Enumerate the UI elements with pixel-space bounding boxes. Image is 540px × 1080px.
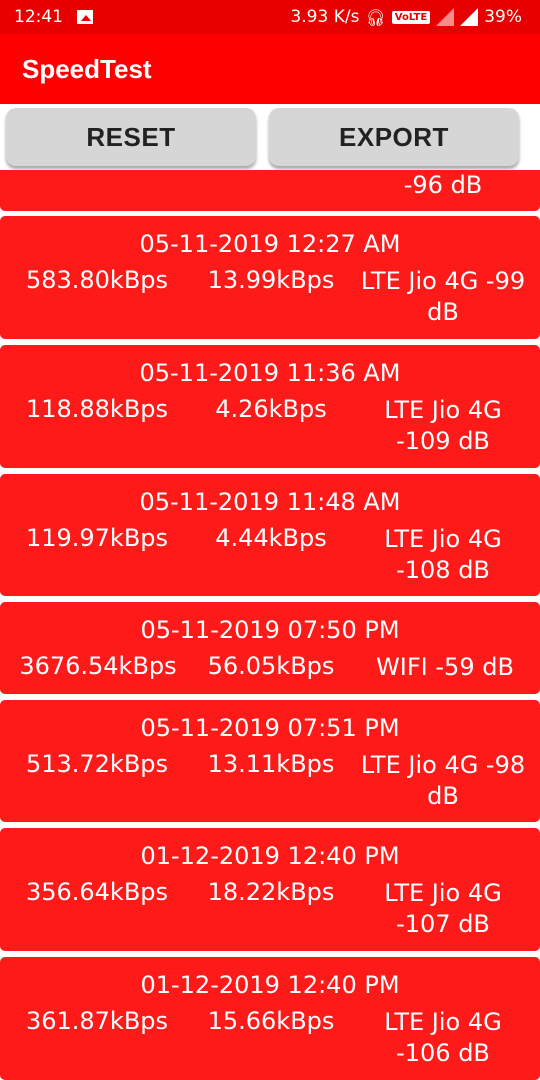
battery-level: 39% (484, 7, 522, 27)
list-item[interactable]: 05-11-2019 07:50 PM 3676.54kBps 56.05kBp… (0, 602, 540, 694)
network-info: LTE Jio 4G -99 dB (360, 267, 526, 326)
record-date: 01-12-2019 12:40 PM (140, 971, 400, 999)
download-speed: 119.97kBps (25, 524, 169, 552)
download-speed: 513.72kBps (25, 750, 169, 778)
upload-speed: 13.11kBps (207, 750, 335, 778)
upload-speed: 13.99kBps (207, 266, 335, 294)
record-date: 05-11-2019 11:48 AM (139, 488, 401, 516)
list-item[interactable]: 01-12-2019 12:40 PM 356.64kBps 18.22kBps… (0, 828, 540, 951)
upload-speed: 4.26kBps (215, 395, 327, 423)
download-speed: 356.64kBps (25, 878, 169, 906)
list-item[interactable]: 01-12-2019 12:40 PM 361.87kBps 15.66kBps… (0, 957, 540, 1080)
record-date: 05-11-2019 07:50 PM (140, 616, 400, 644)
network-info: LTE Jio 4G -109 dB (384, 396, 502, 455)
gallery-notification-icon (77, 10, 93, 24)
upload-speed: 4.44kBps (215, 524, 327, 552)
list-item[interactable]: 05-11-2019 12:27 AM 583.80kBps 13.99kBps… (0, 216, 540, 339)
reset-button[interactable]: RESET (6, 108, 256, 166)
network-info: -96 dB (403, 171, 483, 199)
download-speed: 118.88kBps (25, 395, 169, 423)
results-list[interactable]: -96 dB 05-11-2019 12:27 AM 583.80kBps 13… (0, 170, 540, 1080)
upload-speed: 15.66kBps (207, 1007, 335, 1035)
record-date: 05-11-2019 11:36 AM (139, 359, 401, 387)
list-item[interactable]: -96 dB (0, 170, 540, 211)
headset-icon: 🎧︎ (365, 7, 386, 27)
network-info: LTE Jio 4G -106 dB (384, 1008, 502, 1067)
download-speed: 361.87kBps (25, 1007, 169, 1035)
list-item[interactable]: 05-11-2019 07:51 PM 513.72kBps 13.11kBps… (0, 700, 540, 822)
list-item[interactable]: 05-11-2019 11:36 AM 118.88kBps 4.26kBps … (0, 345, 540, 468)
record-date: 01-12-2019 12:40 PM (140, 842, 400, 870)
volte-badge: VoLTE (391, 10, 431, 24)
signal-icon-secondary (436, 8, 455, 26)
record-date: 05-11-2019 12:27 AM (139, 230, 401, 258)
clock: 12:41 (14, 7, 63, 27)
status-bar: 12:41 3.93 K/s 🎧︎ VoLTE 39% (0, 0, 540, 34)
signal-icon (460, 8, 479, 26)
network-info: LTE Jio 4G -108 dB (384, 525, 502, 584)
app-title: SpeedTest (22, 54, 152, 84)
export-button[interactable]: EXPORT (269, 108, 519, 166)
upload-speed: 56.05kBps (207, 652, 335, 680)
list-item[interactable]: 05-11-2019 11:48 AM 119.97kBps 4.44kBps … (0, 474, 540, 596)
network-info: LTE Jio 4G -98 dB (360, 751, 526, 810)
app-bar: SpeedTest (0, 34, 540, 104)
record-date: 05-11-2019 07:51 PM (140, 714, 400, 742)
network-speed: 3.93 K/s (290, 7, 360, 27)
download-speed: 583.80kBps (25, 266, 169, 294)
upload-speed: 18.22kBps (207, 878, 335, 906)
download-speed: 3676.54kBps (19, 652, 177, 680)
network-info: LTE Jio 4G -107 dB (384, 879, 502, 938)
network-info: WIFI -59 dB (376, 653, 514, 681)
